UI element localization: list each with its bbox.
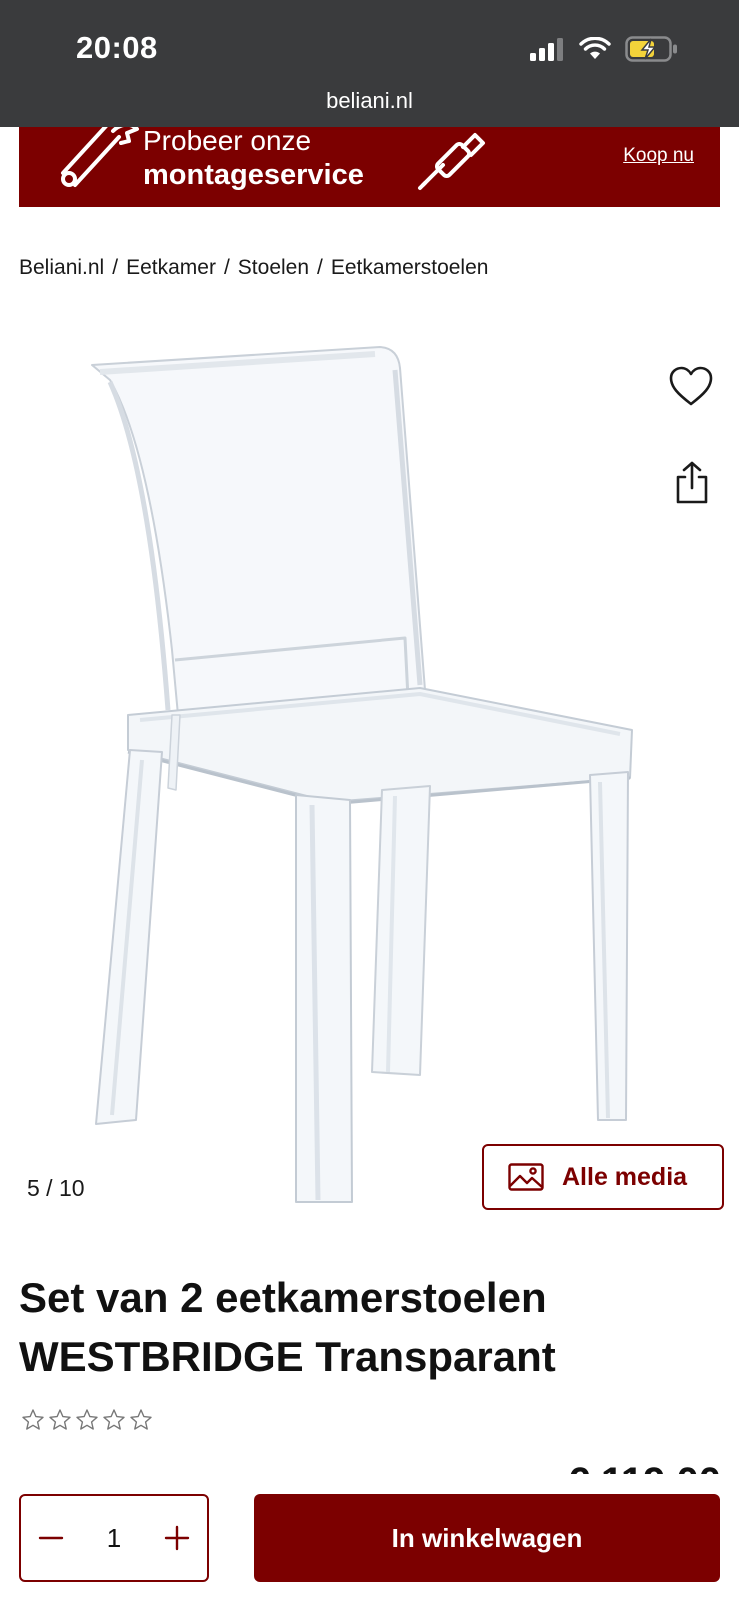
quantity-input[interactable]: [84, 1522, 144, 1554]
heart-icon[interactable]: [668, 364, 714, 410]
promo-text-line1: Probeer onze: [143, 127, 312, 156]
purchase-bar: In winkelwagen: [0, 1478, 739, 1600]
browser-status-bar: 20:08 beliani.nl: [0, 0, 739, 127]
promo-text-line2: montageservice: [143, 159, 364, 191]
add-to-cart-button[interactable]: In winkelwagen: [254, 1494, 720, 1582]
decrease-quantity-button[interactable]: [31, 1518, 71, 1558]
minus-icon: [38, 1536, 64, 1540]
breadcrumb-separator: /: [112, 256, 119, 279]
product-title: Set van 2 eetkamerstoelen WESTBRIDGE Tra…: [19, 1274, 556, 1380]
address-bar-url[interactable]: beliani.nl: [0, 88, 739, 114]
breadcrumb-item-eetkamerstoelen[interactable]: Eetkamerstoelen: [331, 256, 489, 280]
product-price-value: € 119,00: [568, 1462, 722, 1474]
breadcrumb: Beliani.nl / Eetkamer / Stoelen / Eetkam…: [19, 256, 488, 280]
breadcrumb-item-eetkamer[interactable]: Eetkamer: [126, 256, 216, 280]
breadcrumb-separator: /: [223, 256, 230, 279]
star-rating[interactable]: [21, 1408, 153, 1432]
cellular-signal-icon: [530, 38, 563, 61]
star-empty-icon: [130, 1409, 152, 1430]
star-empty-icon: [76, 1409, 98, 1430]
quantity-stepper: [19, 1494, 209, 1582]
product-image-transparent-chair[interactable]: [0, 320, 739, 1230]
star-empty-icon: [103, 1409, 125, 1430]
promo-buy-link[interactable]: Koop nu: [623, 145, 694, 167]
status-icons: [529, 36, 679, 62]
clock: 20:08: [76, 30, 158, 65]
plus-icon: [164, 1525, 190, 1551]
breadcrumb-item-stoelen[interactable]: Stoelen: [238, 256, 309, 280]
star-empty-icon: [49, 1409, 71, 1430]
gallery-counter: 5 / 10: [27, 1175, 85, 1201]
product-price: € 119,00: [568, 1456, 722, 1474]
battery-charging-icon: [625, 36, 677, 62]
wrench-icon: [61, 127, 139, 187]
all-media-button[interactable]: Alle media: [482, 1144, 724, 1210]
breadcrumb-separator: /: [317, 256, 323, 279]
screwdriver-icon: [418, 133, 485, 190]
breadcrumb-item-home[interactable]: Beliani.nl: [19, 256, 104, 280]
share-icon[interactable]: [672, 460, 712, 506]
increase-quantity-button[interactable]: [157, 1518, 197, 1558]
all-media-label: Alle media: [562, 1162, 688, 1191]
promo-banner[interactable]: Probeer onze montageservice Koop nu: [19, 127, 720, 207]
wifi-icon: [579, 37, 611, 59]
star-empty-icon: [22, 1409, 44, 1430]
image-icon: [508, 1163, 544, 1191]
